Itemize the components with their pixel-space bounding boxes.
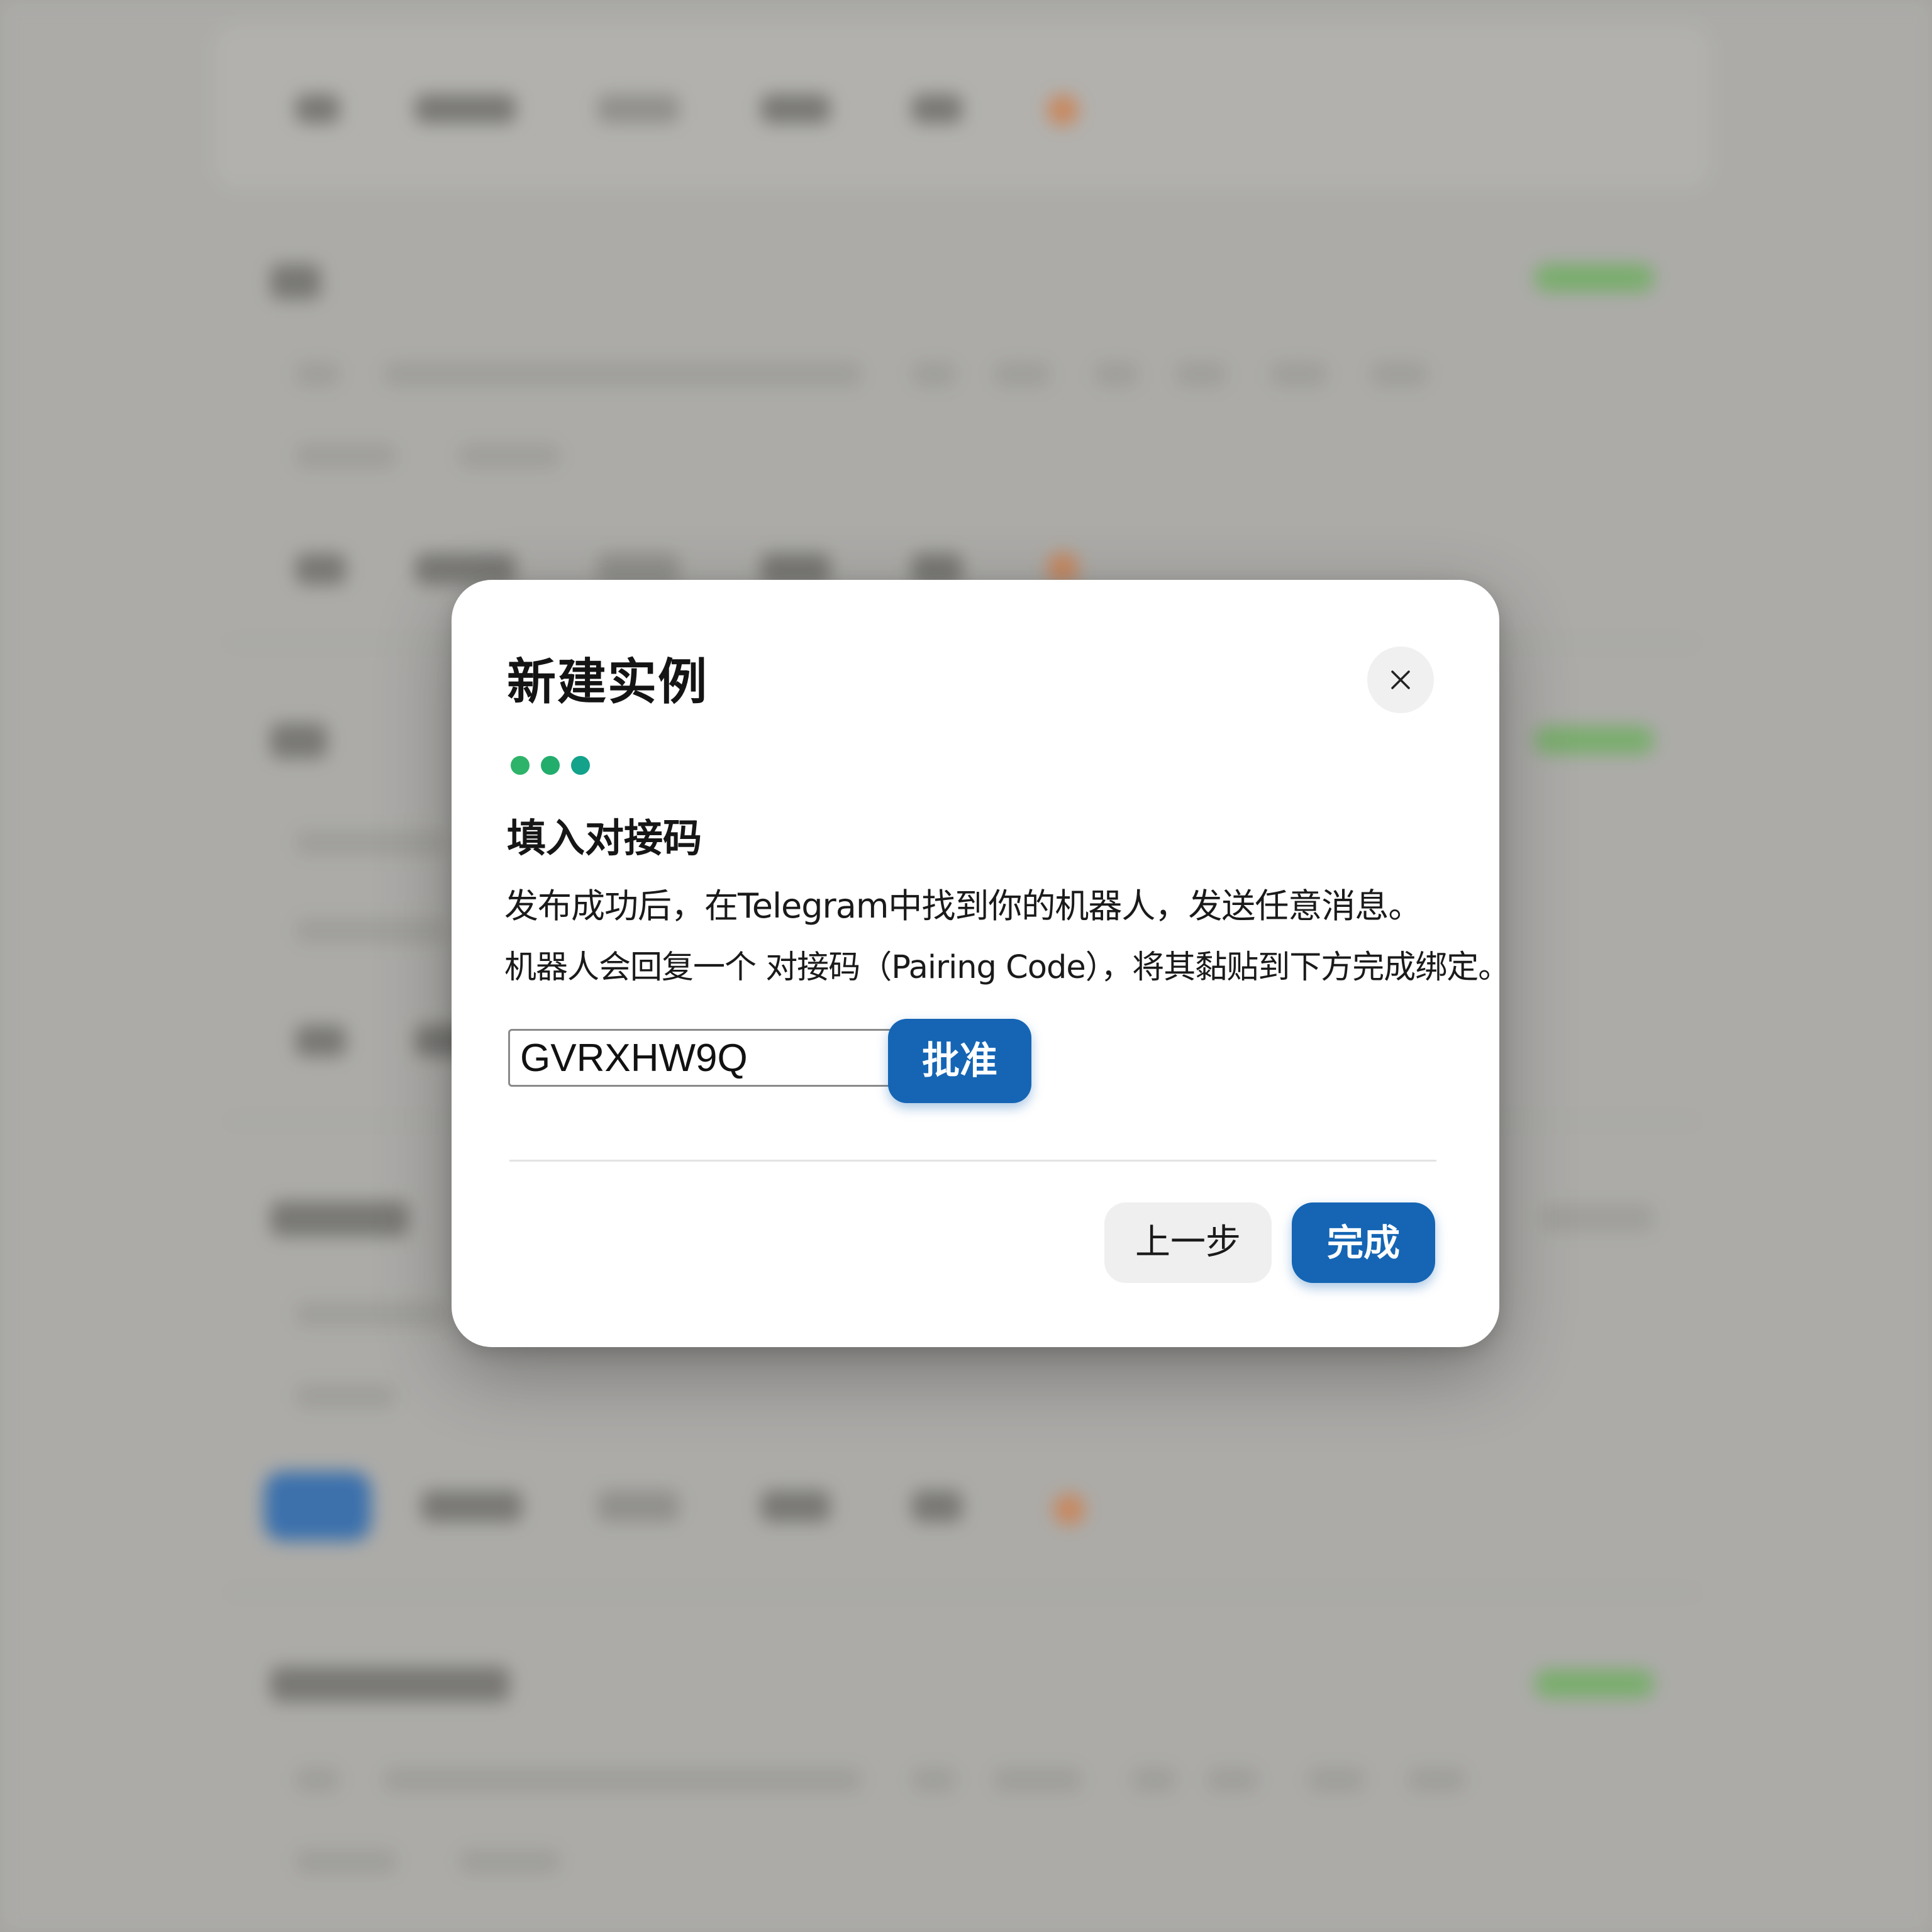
step-dot-3 (571, 756, 590, 775)
step-dot-2 (541, 756, 560, 775)
step-title: 填入对接码 (507, 815, 702, 861)
footer-divider (509, 1160, 1436, 1162)
previous-step-button[interactable]: 上一步 (1104, 1202, 1272, 1283)
dialog-title: 新建实例 (507, 654, 709, 711)
new-instance-dialog: 新建实例 填入对接码 发布成功后，在Telegram中找到你的机器人，发送任意消… (452, 580, 1510, 1347)
instruction-line-1: 发布成功后，在Telegram中找到你的机器人，发送任意消息。 (504, 886, 1422, 926)
instruction-line-2: 机器人会回复一个 对接码（Pairing Code），将其黏贴到下方完成绑定。 (504, 949, 1510, 986)
done-button[interactable]: 完成 (1292, 1202, 1435, 1283)
close-button[interactable] (1367, 647, 1434, 713)
approve-button[interactable]: 批准 (888, 1019, 1031, 1103)
pairing-code-input[interactable] (508, 1029, 893, 1087)
close-icon (1391, 670, 1410, 689)
step-dot-1 (511, 756, 530, 775)
